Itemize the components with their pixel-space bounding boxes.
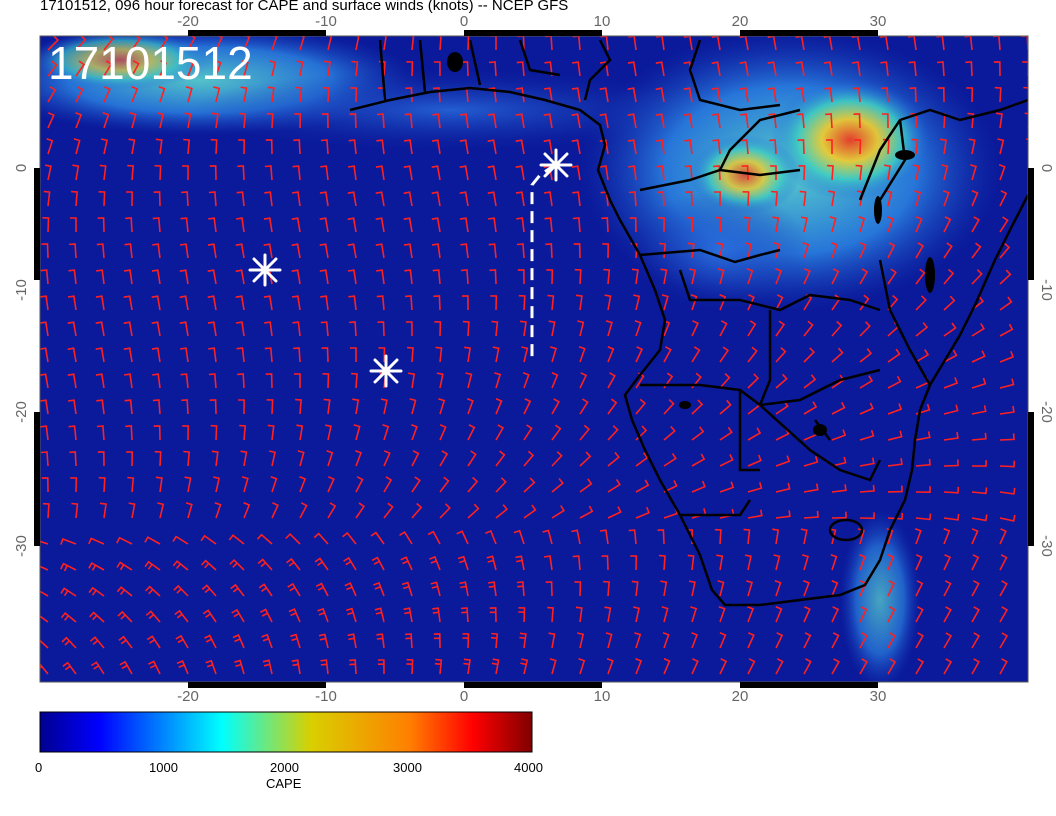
- cape-wind-map: -20 -10 0 10 20 30 -20 -10 0 10 20 30 0 …: [13, 13, 1055, 753]
- wind-barb: [1027, 387, 1028, 388]
- y-axis-right-labels: 0 -10 -20 -30: [1038, 164, 1055, 557]
- wind-barb: [1027, 568, 1028, 570]
- x-tick-label: -10: [315, 688, 337, 705]
- x-tick-label: 10: [594, 688, 611, 705]
- x-tick-label: 20: [732, 13, 749, 30]
- y-tick-label: -20: [1038, 401, 1055, 423]
- y-tick-label: -30: [1038, 535, 1055, 557]
- y-tick-label: 0: [1038, 164, 1055, 172]
- x-tick-label: 0: [460, 13, 468, 30]
- y-tick-label: -10: [1038, 279, 1055, 301]
- colorbar-label: CAPE: [266, 776, 302, 791]
- x-tick-label: -10: [315, 13, 337, 30]
- y-tick-label: 0: [13, 164, 30, 172]
- colorbar-tick-label: 0: [35, 760, 43, 775]
- y-tick-label: -30: [13, 535, 30, 557]
- x-tick-label: -20: [177, 13, 199, 30]
- x-tick-label: 30: [870, 13, 887, 30]
- y-axis-left-labels: 0 -10 -20 -30: [13, 164, 30, 557]
- wind-barb: [1027, 646, 1028, 648]
- colorbar-tick-label: 3000: [393, 760, 422, 775]
- x-tick-label: 30: [870, 688, 887, 705]
- x-axis-top-labels: -20 -10 0 10 20 30: [177, 13, 886, 30]
- wind-barb: [1027, 620, 1028, 622]
- colorbar-tick-label: 4000: [514, 760, 543, 775]
- asterisk-marker: [369, 354, 403, 388]
- x-tick-label: 20: [732, 688, 749, 705]
- wind-barb: [1027, 361, 1028, 362]
- x-tick-label: 0: [460, 688, 468, 705]
- x-axis-bottom-labels: -20 -10 0 10 20 30: [177, 688, 886, 705]
- y-tick-label: -20: [13, 401, 30, 423]
- wind-barb: [1027, 672, 1028, 674]
- cape-colorbar: [39, 711, 533, 753]
- x-tick-label: 10: [594, 13, 611, 30]
- asterisk-marker: [248, 253, 282, 287]
- y-tick-label: -10: [13, 279, 30, 301]
- cape-field-angola: [630, 190, 810, 310]
- colorbar-tick-label: 2000: [270, 760, 299, 775]
- asterisk-marker: [539, 148, 573, 182]
- wind-barb: [1027, 594, 1028, 596]
- wind-barb: [1027, 335, 1028, 336]
- colorbar-tick-label: 1000: [149, 760, 178, 775]
- forecast-timestamp: 17101512: [48, 37, 253, 89]
- cape-field-southeast: [840, 510, 920, 682]
- x-tick-label: -20: [177, 688, 199, 705]
